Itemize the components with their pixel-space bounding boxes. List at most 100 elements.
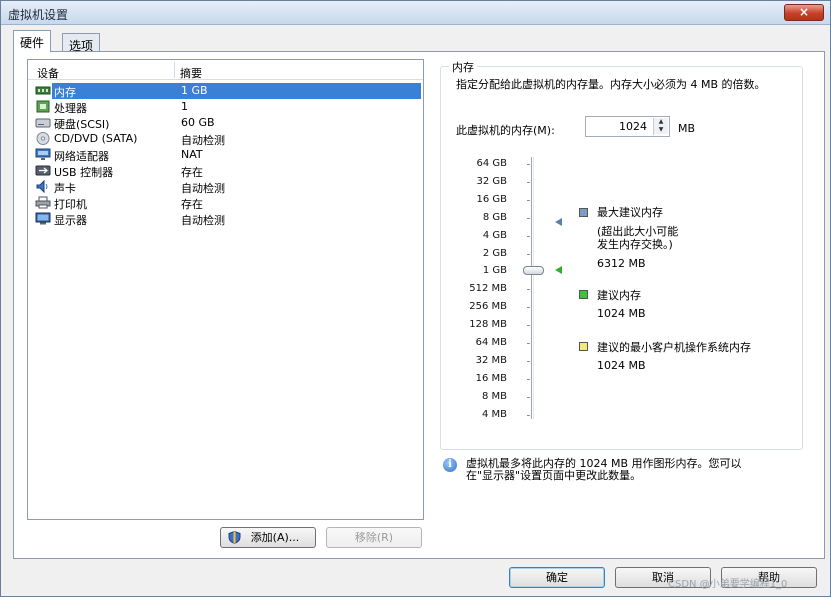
device-list[interactable]: 设备 摘要 内存 1 GB 处理器 1 硬盘(SCSI) 60 GB CD/DV… bbox=[27, 59, 424, 520]
scale-tick-mark bbox=[527, 343, 530, 344]
recommended-marker-icon bbox=[555, 266, 562, 274]
device-name: USB 控制器 bbox=[54, 166, 114, 179]
device-name: 处理器 bbox=[54, 102, 87, 115]
device-row-cd-dvd[interactable]: CD/DVD (SATA) 自动检测 bbox=[28, 131, 423, 147]
spin-arrows[interactable]: ▲ ▼ bbox=[653, 118, 668, 135]
device-row-printer[interactable]: 打印机 存在 bbox=[28, 195, 423, 211]
device-summary: NAT bbox=[181, 148, 203, 161]
scale-tick-mark bbox=[527, 181, 530, 183]
memory-field-label: 此虚拟机的内存(M): bbox=[456, 124, 555, 137]
device-row-sound[interactable]: 声卡 自动检测 bbox=[28, 179, 423, 195]
scale-tick-mark bbox=[527, 396, 530, 398]
scale-tick-label: 8 GB bbox=[482, 211, 507, 223]
harddisk-icon bbox=[35, 118, 51, 128]
max-recommended-value: 6312 MB bbox=[597, 257, 646, 270]
max-recommended-legend-icon bbox=[579, 208, 588, 217]
device-summary: 1 GB bbox=[181, 83, 421, 99]
shield-icon bbox=[228, 531, 241, 544]
device-summary: 自动检测 bbox=[181, 182, 225, 195]
scale-tick-label: 32 GB bbox=[476, 175, 507, 187]
recommended-value: 1024 MB bbox=[597, 307, 646, 320]
scale-tick-label: 512 MB bbox=[469, 283, 507, 295]
scale-tick-mark bbox=[527, 164, 530, 165]
column-header-summary[interactable]: 摘要 bbox=[180, 65, 202, 81]
device-row-display[interactable]: 显示器 自动检测 bbox=[28, 211, 423, 227]
device-name: 打印机 bbox=[54, 198, 87, 211]
info-icon: i bbox=[443, 458, 457, 472]
scale-tick-label: 32 MB bbox=[475, 354, 507, 366]
column-header-device[interactable]: 设备 bbox=[37, 65, 59, 81]
device-name: 显示器 bbox=[54, 214, 87, 227]
scale-tick-mark bbox=[527, 378, 530, 380]
device-row-memory[interactable]: 内存 1 GB bbox=[28, 83, 423, 99]
sound-card-icon bbox=[36, 180, 48, 193]
close-icon: × bbox=[798, 5, 810, 19]
scale-tick-mark bbox=[527, 217, 530, 219]
device-row-processor[interactable]: 处理器 1 bbox=[28, 99, 423, 115]
scale-tick-mark bbox=[527, 414, 530, 416]
spin-down-icon[interactable]: ▼ bbox=[654, 126, 668, 134]
memory-value[interactable]: 1024 bbox=[619, 120, 647, 133]
recommended-title: 建议内存 bbox=[597, 289, 641, 302]
scale-tick-label: 4 GB bbox=[482, 229, 507, 241]
min-guest-title: 建议的最小客户机操作系统内存 bbox=[597, 341, 751, 354]
device-row-usb[interactable]: USB 控制器 存在 bbox=[28, 163, 423, 179]
scale-tick-mark bbox=[527, 360, 530, 362]
scale-tick-label: 16 MB bbox=[475, 372, 507, 384]
column-separator bbox=[174, 62, 175, 78]
memory-group-title: 内存 bbox=[449, 59, 477, 75]
memory-slider-track[interactable] bbox=[531, 157, 534, 419]
scale-tick-label: 8 MB bbox=[481, 390, 507, 402]
spin-up-icon[interactable]: ▲ bbox=[654, 118, 668, 126]
device-summary: 存在 bbox=[181, 198, 203, 211]
tab-options[interactable]: 选项 bbox=[62, 33, 101, 53]
scale-tick-label: 1 GB bbox=[482, 265, 507, 277]
memory-description: 指定分配给此虚拟机的内存量。内存大小必须为 4 MB 的倍数。 bbox=[456, 78, 766, 91]
recommended-legend-icon bbox=[579, 290, 588, 299]
memory-icon bbox=[35, 86, 51, 95]
cd-dvd-icon bbox=[36, 132, 50, 145]
tab-hardware-label: 硬件 bbox=[20, 36, 45, 50]
info-text: 虚拟机最多将此内存的 1024 MB 用作图形内存。您可以 在"显示器"设置页面… bbox=[466, 458, 806, 482]
info-line-2: 在"显示器"设置页面中更改此数量。 bbox=[466, 469, 642, 482]
scale-tick-label: 4 MB bbox=[481, 408, 507, 420]
memory-slider-thumb[interactable] bbox=[523, 266, 544, 275]
scale-tick-label: 256 MB bbox=[469, 301, 507, 313]
device-summary: 存在 bbox=[181, 166, 203, 179]
device-name: 网络适配器 bbox=[54, 150, 109, 163]
remove-button[interactable]: 移除(R) bbox=[326, 527, 422, 548]
title-bar: 虚拟机设置 × bbox=[1, 1, 830, 25]
scale-tick-label: 64 GB bbox=[476, 158, 507, 169]
device-summary: 自动检测 bbox=[181, 214, 225, 227]
max-recommended-title: 最大建议内存 bbox=[597, 206, 663, 219]
device-name: CD/DVD (SATA) bbox=[54, 132, 138, 145]
max-recommended-note-2: 发生内存交换。) bbox=[597, 238, 673, 251]
watermark: CSDN @小弟要学编程1_0 bbox=[668, 579, 788, 590]
scale-tick-label: 2 GB bbox=[482, 247, 507, 259]
scale-tick-mark bbox=[527, 325, 530, 327]
add-button[interactable]: 添加(A)... bbox=[220, 527, 316, 548]
display-icon bbox=[35, 212, 51, 225]
scale-tick-mark bbox=[527, 199, 530, 201]
device-name: 硬盘(SCSI) bbox=[54, 118, 110, 131]
device-row-network[interactable]: 网络适配器 NAT bbox=[28, 147, 423, 163]
remove-button-label: 移除(R) bbox=[354, 531, 394, 544]
scale-tick-label: 16 GB bbox=[476, 193, 507, 205]
scale-tick-mark bbox=[527, 253, 530, 255]
window-title: 虚拟机设置 bbox=[8, 8, 69, 22]
device-summary: 1 bbox=[181, 100, 188, 113]
device-row-harddisk[interactable]: 硬盘(SCSI) 60 GB bbox=[28, 115, 423, 131]
memory-unit: MB bbox=[678, 122, 696, 135]
scale-tick-mark bbox=[527, 235, 530, 237]
ok-button[interactable]: 确定 bbox=[509, 567, 605, 588]
printer-icon bbox=[35, 196, 51, 209]
max-recommended-marker-icon bbox=[555, 218, 562, 226]
memory-spinbox[interactable]: 1024 ▲ ▼ bbox=[585, 116, 670, 137]
min-guest-value: 1024 MB bbox=[597, 359, 646, 372]
scale-tick-label: 64 MB bbox=[475, 337, 507, 348]
close-button[interactable]: × bbox=[784, 4, 824, 21]
tab-hardware[interactable]: 硬件 bbox=[13, 30, 52, 52]
add-button-label: 添加(A)... bbox=[250, 531, 300, 544]
usb-icon bbox=[35, 165, 51, 176]
device-summary: 自动检测 bbox=[181, 134, 225, 147]
